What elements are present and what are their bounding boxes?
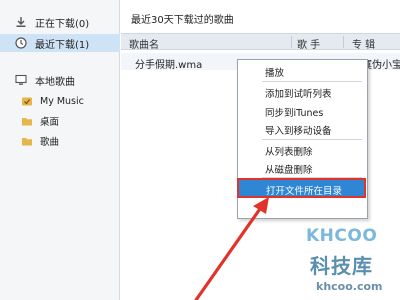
sidebar-item-label: 最近下载(1) (35, 39, 90, 51)
menu-item-label: 导入到移动设备 (265, 126, 332, 137)
sidebar-item-label: 桌面 (40, 117, 60, 128)
column-header-song[interactable]: 歌曲名 (129, 36, 159, 51)
column-divider[interactable] (291, 36, 292, 48)
menu-item-label: 同步到iTunes (265, 108, 324, 119)
sidebar-item-my-music[interactable]: My Music (0, 92, 120, 110)
sidebar-item-recent-downloads[interactable]: 最近下载(1) (0, 34, 120, 52)
clock-icon (14, 36, 28, 50)
menu-item-delete-from-disk[interactable]: 从磁盘删除 (238, 160, 367, 176)
sidebar-item-songs[interactable]: 歌曲 (0, 132, 120, 150)
watermark-logo: KHCOO (306, 226, 378, 246)
sidebar-item-label: 本地歌曲 (35, 76, 75, 88)
menu-item-import-to-device[interactable]: 导入到移动设备 (238, 121, 367, 137)
table-header: 歌曲名 歌 手 专 辑 (121, 33, 400, 51)
download-icon (14, 15, 28, 29)
menu-item-play[interactable]: 播放 (238, 63, 367, 79)
menu-item-remove-from-list[interactable]: 从列表删除 (238, 142, 367, 158)
watermark-name: 科技库 (310, 254, 373, 278)
menu-divider (262, 139, 362, 140)
sidebar-item-local-songs[interactable]: 本地歌曲 (0, 71, 120, 89)
watermark: KHCOO 科技库 khcoo.com (298, 226, 400, 300)
sidebar-item-label: 歌曲 (40, 137, 60, 148)
music-app-window: 正在下载(0) 最近下载(1) 本地歌曲 My Music 桌面 歌曲 最近30… (0, 0, 400, 300)
sidebar: 正在下载(0) 最近下载(1) 本地歌曲 My Music 桌面 歌曲 (0, 0, 120, 300)
sidebar-item-downloading[interactable]: 正在下载(0) (0, 13, 120, 31)
menu-item-open-file-location[interactable]: 打开文件所在目录 (237, 178, 366, 198)
column-header-album[interactable]: 专 辑 (352, 36, 375, 51)
checked-folder-icon (20, 94, 34, 108)
sidebar-item-desktop[interactable]: 桌面 (0, 112, 120, 130)
monitor-icon (14, 73, 28, 87)
menu-item-label: 从磁盘删除 (265, 165, 313, 176)
menu-item-label: 从列表删除 (265, 147, 313, 158)
folder-icon (20, 134, 34, 148)
column-header-artist[interactable]: 歌 手 (297, 36, 320, 51)
menu-divider (262, 81, 362, 82)
sidebar-item-label: 正在下载(0) (35, 18, 90, 30)
menu-item-label: 播放 (265, 68, 285, 79)
column-divider[interactable] (343, 36, 344, 48)
menu-item-sync-to-itunes[interactable]: 同步到iTunes (238, 103, 367, 119)
menu-item-label: 添加到试听列表 (265, 89, 332, 100)
menu-item-add-to-preview-list[interactable]: 添加到试听列表 (238, 84, 367, 100)
page-title: 最近30天下载过的歌曲 (131, 15, 234, 26)
menu-item-label: 打开文件所在目录 (266, 186, 343, 197)
context-menu: 播放 添加到试听列表 同步到iTunes 导入到移动设备 从列表删除 从磁盘删除… (237, 59, 368, 219)
folder-icon (20, 114, 34, 128)
sidebar-item-label: My Music (40, 95, 84, 107)
watermark-url: khcoo.com (316, 280, 383, 293)
